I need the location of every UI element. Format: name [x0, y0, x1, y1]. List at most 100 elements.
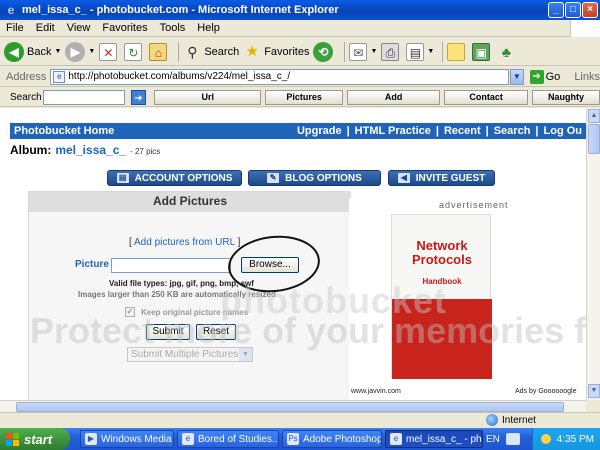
go-arrow-icon: ➔	[529, 69, 544, 84]
advertisement-label: advertisement	[439, 200, 509, 210]
submit-button[interactable]: Submit	[146, 324, 190, 340]
standard-toolbar: ◀ Back ▼ ▶ ▼ ✕ ↻ ⌂ ⚲ Search ★ Favorites …	[0, 38, 600, 66]
internet-explorer-icon: e	[7, 3, 15, 17]
horizontal-scroll-thumb[interactable]	[16, 402, 564, 412]
language-bar-icon	[505, 433, 520, 445]
search-button[interactable]: ⚲ Search	[183, 40, 239, 64]
history-button[interactable]: ⟲	[313, 40, 336, 64]
search-segment-pictures[interactable]: Pictures	[265, 89, 343, 105]
start-button[interactable]: start	[0, 428, 70, 450]
blog-options-button[interactable]: ✎ BLOG OPTIONS	[248, 170, 381, 186]
search-toolbar-go-icon[interactable]: ➔	[130, 89, 147, 105]
scroll-up-icon[interactable]: ▲	[588, 109, 600, 123]
star-icon: ★	[245, 42, 259, 60]
search-segment-contact[interactable]: Contact	[444, 89, 528, 105]
header-link-logout[interactable]: Log Ou	[544, 125, 583, 137]
search-segment-add[interactable]: Add	[347, 89, 441, 105]
links-button[interactable]: Links	[574, 71, 600, 83]
search-toolbar-input[interactable]	[43, 89, 125, 105]
select-arrow-icon: ▼	[239, 348, 252, 361]
edit-dropdown-icon[interactable]: ▼	[427, 48, 434, 55]
photoshop-icon: Ps	[287, 433, 299, 445]
tray-icon[interactable]	[540, 434, 551, 444]
home-button[interactable]: ⌂	[149, 40, 170, 64]
notes-button[interactable]	[447, 40, 468, 64]
keep-names-row: ✓ Keep original picture names	[125, 307, 248, 317]
header-links: Upgrade | HTML Practice | Recent | Searc…	[297, 125, 582, 137]
menu-view[interactable]: View	[61, 22, 97, 34]
address-dropdown-icon[interactable]: ▼	[510, 68, 524, 85]
task-adobe-photoshop[interactable]: Ps Adobe Photoshop	[282, 430, 382, 448]
blog-icon: ✎	[267, 173, 280, 183]
invite-guest-button[interactable]: ◀ INVITE GUEST	[388, 170, 495, 186]
minimize-button[interactable]: _	[548, 2, 564, 18]
close-button[interactable]: ×	[582, 2, 598, 18]
mail-dropdown-icon[interactable]: ▼	[370, 48, 377, 55]
menu-tools[interactable]: Tools	[154, 22, 192, 34]
picture-file-input[interactable]	[111, 258, 231, 273]
favorites-button[interactable]: ★ Favorites	[243, 40, 309, 64]
album-name-link[interactable]: mel_issa_c_	[55, 143, 126, 157]
scroll-down-icon[interactable]: ▼	[588, 384, 600, 398]
book-subtitle: Handbook	[422, 277, 462, 286]
submit-multiple-select[interactable]: Submit Multiple Pictures ▼	[127, 347, 253, 362]
keep-names-checkbox[interactable]: ✓	[125, 307, 135, 317]
keep-names-label: Keep original picture names	[141, 307, 249, 317]
task-label: Windows Media ...	[101, 433, 173, 445]
horizontal-scrollbar[interactable]	[0, 400, 586, 412]
forward-dropdown-icon[interactable]: ▼	[88, 48, 95, 55]
back-button[interactable]: ◀ Back ▼	[4, 40, 61, 64]
menu-help[interactable]: Help	[191, 22, 226, 34]
language-indicator[interactable]: EN	[486, 428, 532, 450]
menu-bar: File Edit View Favorites Tools Help	[0, 20, 600, 37]
vertical-scroll-thumb[interactable]	[588, 124, 600, 154]
search-segment-url[interactable]: Url	[154, 89, 262, 105]
go-button[interactable]: ➔ Go	[529, 69, 560, 84]
picture-count: - 27 pics	[130, 147, 161, 156]
browse-button[interactable]: Browse...	[241, 257, 299, 273]
menu-file[interactable]: File	[0, 22, 30, 34]
book-cover-ad[interactable]: Network Protocols Handbook	[391, 214, 492, 379]
back-dropdown-icon[interactable]: ▼	[54, 48, 61, 55]
ads-by-google-link[interactable]: Ads by Goooooogle	[515, 388, 577, 395]
header-link-search[interactable]: Search	[494, 125, 531, 137]
ad-url-link[interactable]: www.javvin.com	[351, 388, 401, 395]
edit-button[interactable]: ▤ ▼	[406, 40, 434, 64]
account-options-button[interactable]: ▤ ACCOUNT OPTIONS	[107, 170, 242, 186]
header-separator: |	[435, 125, 439, 137]
task-windows-media[interactable]: ▶ Windows Media ...	[80, 430, 174, 448]
system-tray: 4:35 PM	[532, 428, 600, 450]
forward-button[interactable]: ▶ ▼	[65, 40, 95, 64]
add-from-url-link[interactable]: Add pictures from URL	[134, 237, 235, 248]
toolbar-separator	[178, 41, 180, 62]
mail-button[interactable]: ✉ ▼	[349, 40, 377, 64]
menu-edit[interactable]: Edit	[30, 22, 61, 34]
address-bar: Address e http://photobucket.com/albums/…	[0, 67, 600, 87]
account-options-label: ACCOUNT OPTIONS	[134, 172, 233, 184]
address-input[interactable]: e http://photobucket.com/albums/v224/mel…	[50, 68, 510, 85]
task-bored-of-studies[interactable]: e Bored of Studies...	[177, 430, 279, 448]
clock[interactable]: 4:35 PM	[557, 434, 594, 445]
reset-button[interactable]: Reset	[196, 324, 236, 340]
vertical-scrollbar[interactable]: ▲ ▼	[586, 108, 600, 400]
messenger-icon: ♣	[501, 43, 511, 60]
menu-favorites[interactable]: Favorites	[96, 22, 153, 34]
header-link-html-practice[interactable]: HTML Practice	[355, 125, 431, 137]
header-separator: |	[485, 125, 489, 137]
header-link-upgrade[interactable]: Upgrade	[297, 125, 342, 137]
search-segment-naughty[interactable]: Naughty	[531, 89, 600, 105]
print-button[interactable]: ⎙	[381, 40, 402, 64]
photobucket-home-link[interactable]: Photobucket Home	[14, 125, 114, 137]
stop-button[interactable]: ✕	[99, 40, 120, 64]
internet-explorer-icon: e	[182, 433, 194, 445]
window-titlebar[interactable]: e mel_issa_c_ - photobucket.com - Micros…	[0, 0, 600, 20]
task-photobucket-ie[interactable]: e mel_issa_c_ - ph...	[385, 430, 483, 448]
maximize-button[interactable]: □	[565, 2, 581, 18]
forward-arrow-icon: ▶	[65, 41, 86, 62]
messenger-button[interactable]: ♣	[497, 40, 518, 64]
header-separator: |	[346, 125, 350, 137]
research-button[interactable]: ▣	[472, 40, 493, 64]
header-link-recent[interactable]: Recent	[444, 125, 481, 137]
megaphone-icon: ◀	[397, 173, 410, 183]
refresh-button[interactable]: ↻	[124, 40, 145, 64]
